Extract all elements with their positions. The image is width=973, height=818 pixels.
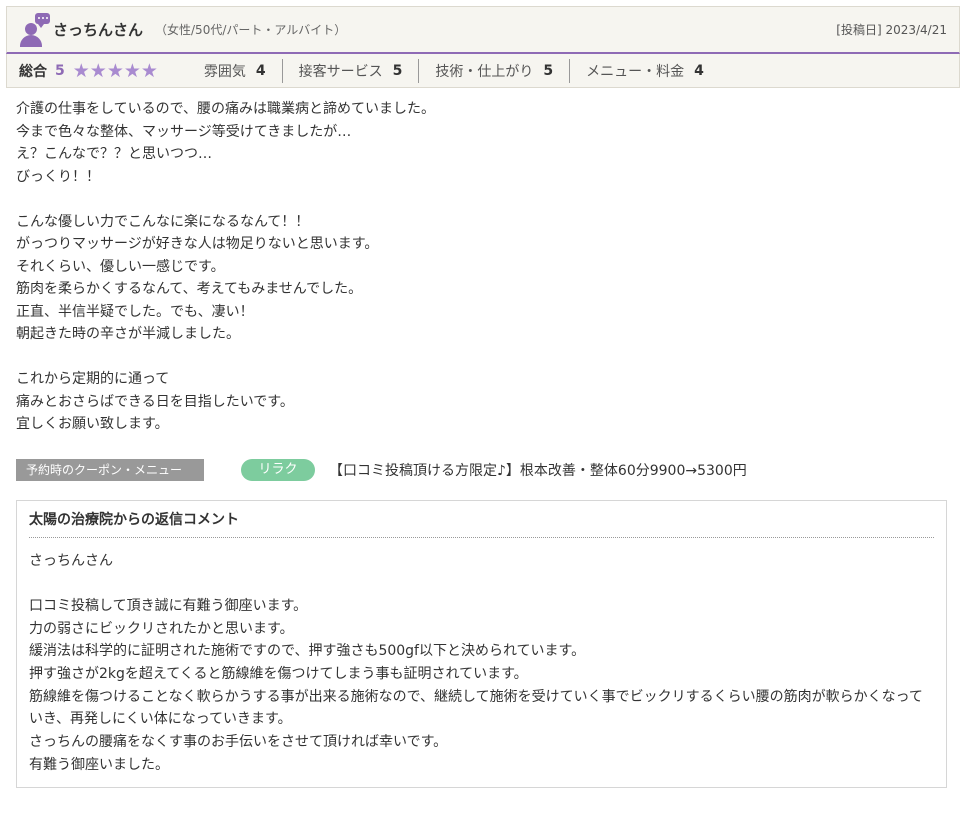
rating-label: 雰囲気: [203, 63, 246, 80]
rating-label: 技術・仕上がり: [435, 63, 534, 80]
coupon-link[interactable]: 【口コミ投稿頂ける方限定♪】根本改善・整体60分9900→5300円: [329, 460, 747, 480]
rating-value: 5: [543, 62, 554, 79]
reply-text: さっちんさん 口コミ投稿して頂き誠に有難う御座います。 力の弱さにビックリされた…: [29, 552, 923, 773]
review-card: さっちんさん （女性/50代/パート・アルバイト） [投稿日] 2023/4/2…: [6, 6, 960, 788]
review-header: さっちんさん （女性/50代/パート・アルバイト） [投稿日] 2023/4/2…: [6, 6, 960, 54]
salon-reply: 太陽の治療院からの返信コメント さっちんさん 口コミ投稿して頂き誠に有難う御座い…: [16, 499, 947, 788]
rating-service: 接客サービス 5: [281, 58, 419, 83]
rating-technique: 技術・仕上がり 5: [418, 58, 569, 83]
post-date: [投稿日] 2023/4/21: [836, 23, 947, 37]
rating-stars-icon: ★★★★★: [72, 59, 158, 82]
rating-label: 接客サービス: [298, 63, 383, 80]
reviewer-meta: （女性/50代/パート・アルバイト）: [155, 23, 347, 37]
rating-value: 4: [255, 62, 266, 79]
overall-label: 総合: [19, 63, 47, 80]
coupon-label: 予約時のクーポン・メニュー: [16, 458, 204, 481]
overall-score: 5: [55, 62, 65, 79]
rating-value: 4: [694, 62, 704, 79]
ratings-bar: 総合 5 ★★★★★ 雰囲気 4 接客サービス 5 技術・仕上がり 5 メニュー…: [6, 54, 960, 88]
rating-menu-price: メニュー・料金 4: [569, 58, 720, 83]
rating-value: 5: [392, 62, 403, 79]
reviewer-avatar-icon: [19, 12, 51, 47]
review-text: 介護の仕事をしているので、腰の痛みは職業病と諦めていました。 今まで色々な整体、…: [16, 101, 436, 432]
rating-label: メニュー・料金: [586, 63, 685, 80]
rating-atmosphere: 雰囲気 4: [188, 59, 282, 83]
reply-title: 太陽の治療院からの返信コメント: [29, 509, 934, 538]
reviewer-name: さっちんさん: [53, 21, 144, 39]
coupon-row: 予約時のクーポン・メニュー リラク 【口コミ投稿頂ける方限定♪】根本改善・整体6…: [6, 456, 960, 484]
coupon-category-tag: リラク: [241, 458, 315, 481]
